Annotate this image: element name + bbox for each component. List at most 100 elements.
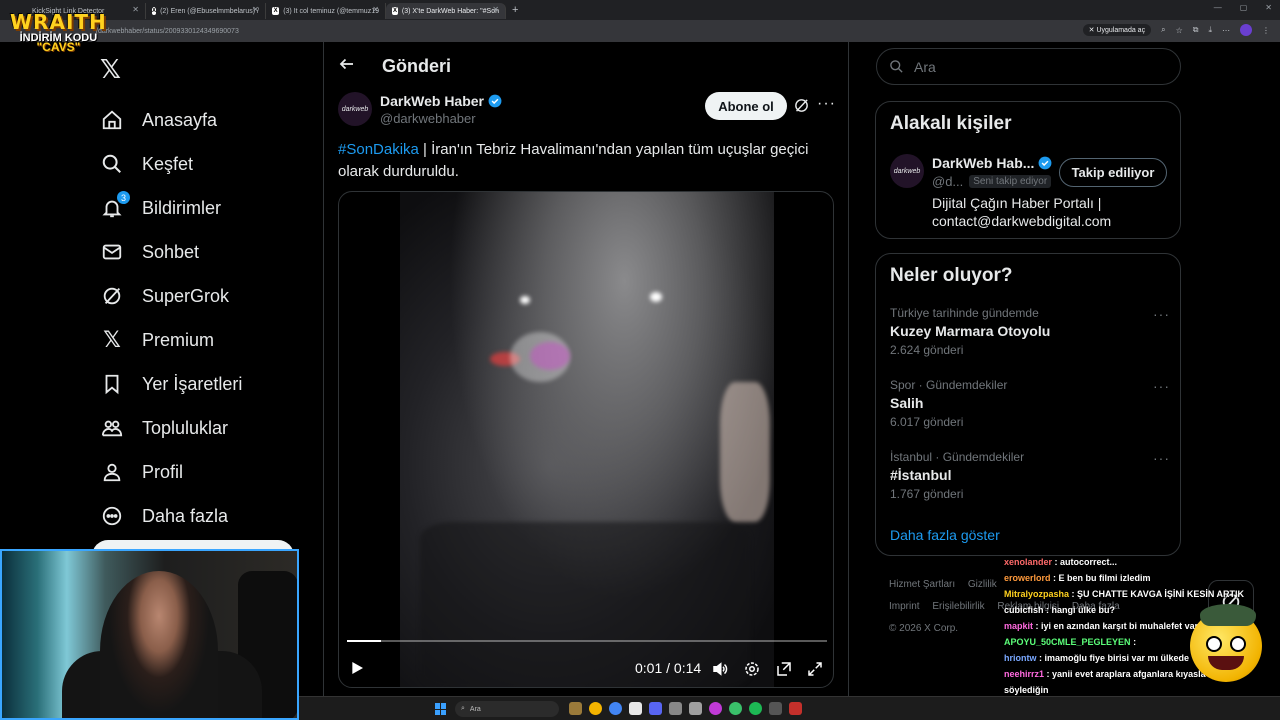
more-options-icon[interactable]: ···	[1153, 378, 1170, 394]
taskbar-search-placeholder: Ara	[469, 705, 481, 713]
search-input[interactable]: Ara	[876, 48, 1181, 85]
chat-user: Mitralyozpasha	[1004, 589, 1070, 599]
nav-item-premium[interactable]: 𝕏 Premium	[100, 318, 242, 362]
menu-icon[interactable]: ⋯	[1222, 26, 1230, 35]
app-icon[interactable]	[729, 702, 742, 715]
chat-text: : autocorrect...	[1054, 557, 1118, 567]
profile-avatar[interactable]	[1240, 24, 1252, 36]
widget-icon[interactable]	[569, 702, 582, 715]
app-icon[interactable]	[669, 702, 682, 715]
trend-item[interactable]: İstanbul · Gündemdekiler #İstanbul 1.767…	[890, 450, 1170, 501]
following-button[interactable]: Takip ediliyor	[1059, 158, 1167, 187]
nav-item-chat[interactable]: Sohbet	[100, 230, 242, 274]
close-icon[interactable]: ✕	[132, 5, 139, 14]
app-icon[interactable]	[769, 702, 782, 715]
nav-item-supergrok[interactable]: SuperGrok	[100, 274, 242, 318]
x-logo-icon[interactable]: 𝕏	[100, 54, 121, 85]
nav-label: Premium	[142, 329, 215, 350]
post-text: #SonDakika | İran'ın Tebriz Havalimanı'n…	[338, 139, 828, 183]
hashtag-link[interactable]: #SonDakika	[338, 141, 419, 158]
footer-link[interactable]: Erişilebilirlik	[932, 601, 984, 612]
fullscreen-icon[interactable]	[806, 660, 824, 683]
search-icon	[100, 152, 124, 176]
minimize-icon[interactable]: —	[1214, 3, 1222, 12]
video-progress-bar[interactable]	[347, 640, 827, 642]
close-icon[interactable]: ✕	[252, 5, 259, 14]
browser-tab-active[interactable]: X (3) X'te DarkWeb Haber: "#Son ✕	[386, 3, 506, 19]
footer-link[interactable]: Gizlilik	[968, 579, 997, 590]
chat-text: : hangi ülke bu?	[1046, 605, 1116, 615]
emote-hat	[1200, 604, 1256, 626]
more-options-icon[interactable]: ···	[817, 95, 836, 113]
nav-item-more[interactable]: Daha fazla	[100, 494, 242, 538]
emote-eye	[1206, 636, 1222, 652]
spotify-icon[interactable]	[749, 702, 762, 715]
chat-text: : E ben bu filmi izledim	[1053, 573, 1151, 583]
related-name-row[interactable]: DarkWeb Hab...	[932, 155, 1052, 171]
volume-icon[interactable]	[711, 660, 729, 683]
browser-tab[interactable]: X (2) Eren (@Ebuselmmbelarus) / ✕	[146, 3, 266, 19]
chat-user: hriontw	[1004, 653, 1037, 663]
close-icon[interactable]: ✕	[492, 5, 499, 14]
trend-item[interactable]: Spor · Gündemdekiler Salih 6.017 gönderi…	[890, 378, 1170, 429]
maximize-icon[interactable]: ▢	[1240, 3, 1248, 12]
windows-start-icon[interactable]	[435, 703, 447, 715]
taskbar-search[interactable]: ⌕ Ara	[455, 701, 559, 717]
related-avatar[interactable]: darkweb	[890, 154, 924, 188]
nav-item-profile[interactable]: Profil	[100, 450, 242, 494]
app-icon[interactable]	[789, 702, 802, 715]
chrome-icon[interactable]	[609, 702, 622, 715]
app-icon[interactable]	[629, 702, 642, 715]
video-frame	[400, 192, 774, 687]
close-icon[interactable]: ✕	[372, 5, 379, 14]
zoom-icon[interactable]: ⌕	[1161, 25, 1165, 35]
more-options-icon[interactable]: ···	[1153, 450, 1170, 466]
communities-icon	[100, 416, 124, 440]
tab-label: (3) X'te DarkWeb Haber: "#Son	[401, 7, 499, 15]
tab-label: (3) It col teminuz (@temmuz19	[283, 7, 379, 15]
related-name: DarkWeb Hab...	[932, 155, 1035, 171]
show-more-link[interactable]: Daha fazla göster	[890, 527, 1000, 543]
download-icon[interactable]: ⤓	[1208, 25, 1212, 35]
pip-icon[interactable]	[775, 660, 793, 683]
nav-item-explore[interactable]: Keşfet	[100, 142, 242, 186]
star-icon[interactable]: ☆	[1176, 26, 1183, 35]
related-handle[interactable]: @d...	[932, 174, 963, 189]
nav-item-notifications[interactable]: 3 Bildirimler	[100, 186, 242, 230]
webcam-person	[100, 571, 218, 718]
author-name-row[interactable]: DarkWeb Haber	[380, 93, 502, 109]
subscribe-button[interactable]: Abone ol	[705, 92, 787, 120]
nav-item-bookmarks[interactable]: Yer İşaretleri	[100, 362, 242, 406]
play-icon[interactable]	[349, 660, 365, 681]
folder-icon[interactable]	[589, 702, 602, 715]
grok-icon[interactable]	[793, 97, 810, 119]
trend-item[interactable]: Türkiye tarihinde gündemde Kuzey Marmara…	[890, 306, 1170, 357]
url-field[interactable]: /darkwebhaber/status/2009330124349690073	[96, 28, 239, 35]
author-handle[interactable]: @darkwebhaber	[380, 111, 476, 126]
trend-meta: Türkiye tarihinde gündemde	[890, 306, 1039, 320]
streamer-webcam	[0, 549, 299, 720]
kebab-icon[interactable]: ⋮	[1262, 26, 1270, 35]
back-arrow-icon[interactable]	[338, 55, 356, 78]
more-options-icon[interactable]: ···	[1153, 306, 1170, 322]
browser-tab[interactable]: X (3) It col teminuz (@temmuz19 ✕	[266, 3, 386, 19]
windows-taskbar: ⌕ Ara	[299, 696, 1280, 720]
nav-item-home[interactable]: Anasayfa	[100, 98, 242, 142]
related-handle-row: @d... Seni takip ediyor	[932, 174, 1052, 189]
nav-item-communities[interactable]: Topluluklar	[100, 406, 242, 450]
app-icon[interactable]	[689, 702, 702, 715]
extensions-icon[interactable]: ⧉	[1193, 25, 1199, 35]
app-icon[interactable]	[709, 702, 722, 715]
author-avatar[interactable]: darkweb	[338, 92, 372, 126]
open-in-app-button[interactable]: ✕ Uygulamada aç	[1082, 24, 1152, 36]
close-window-icon[interactable]: ✕	[1265, 3, 1272, 12]
nav-label: Keşfet	[142, 153, 194, 174]
settings-gear-icon[interactable]	[743, 660, 761, 683]
new-tab-icon[interactable]: +	[512, 4, 518, 16]
discord-icon[interactable]	[649, 702, 662, 715]
window-controls: — ▢ ✕	[1214, 3, 1272, 12]
footer-link[interactable]: Imprint	[889, 601, 920, 612]
x-favicon-icon: X	[392, 7, 398, 15]
video-player[interactable]: 0:01 / 0:14	[338, 191, 834, 688]
footer-link[interactable]: Hizmet Şartları	[889, 579, 955, 590]
